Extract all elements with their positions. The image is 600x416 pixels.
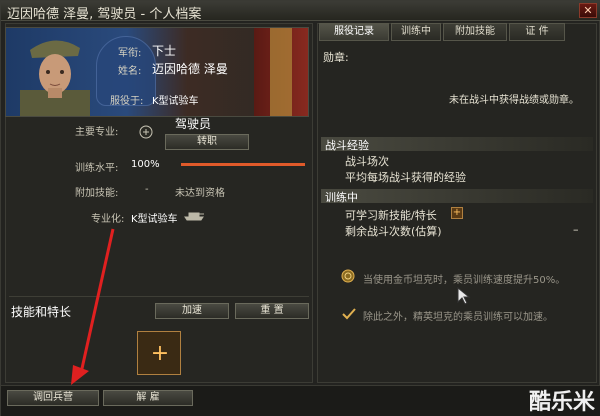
annotation-arrow-icon xyxy=(71,228,115,385)
personal-file-window: 迈因哈德 泽曼, 驾驶员 - 个人档案 ✕ 军衔: 下士 姓名: 迈因哈德 泽曼… xyxy=(0,0,600,416)
